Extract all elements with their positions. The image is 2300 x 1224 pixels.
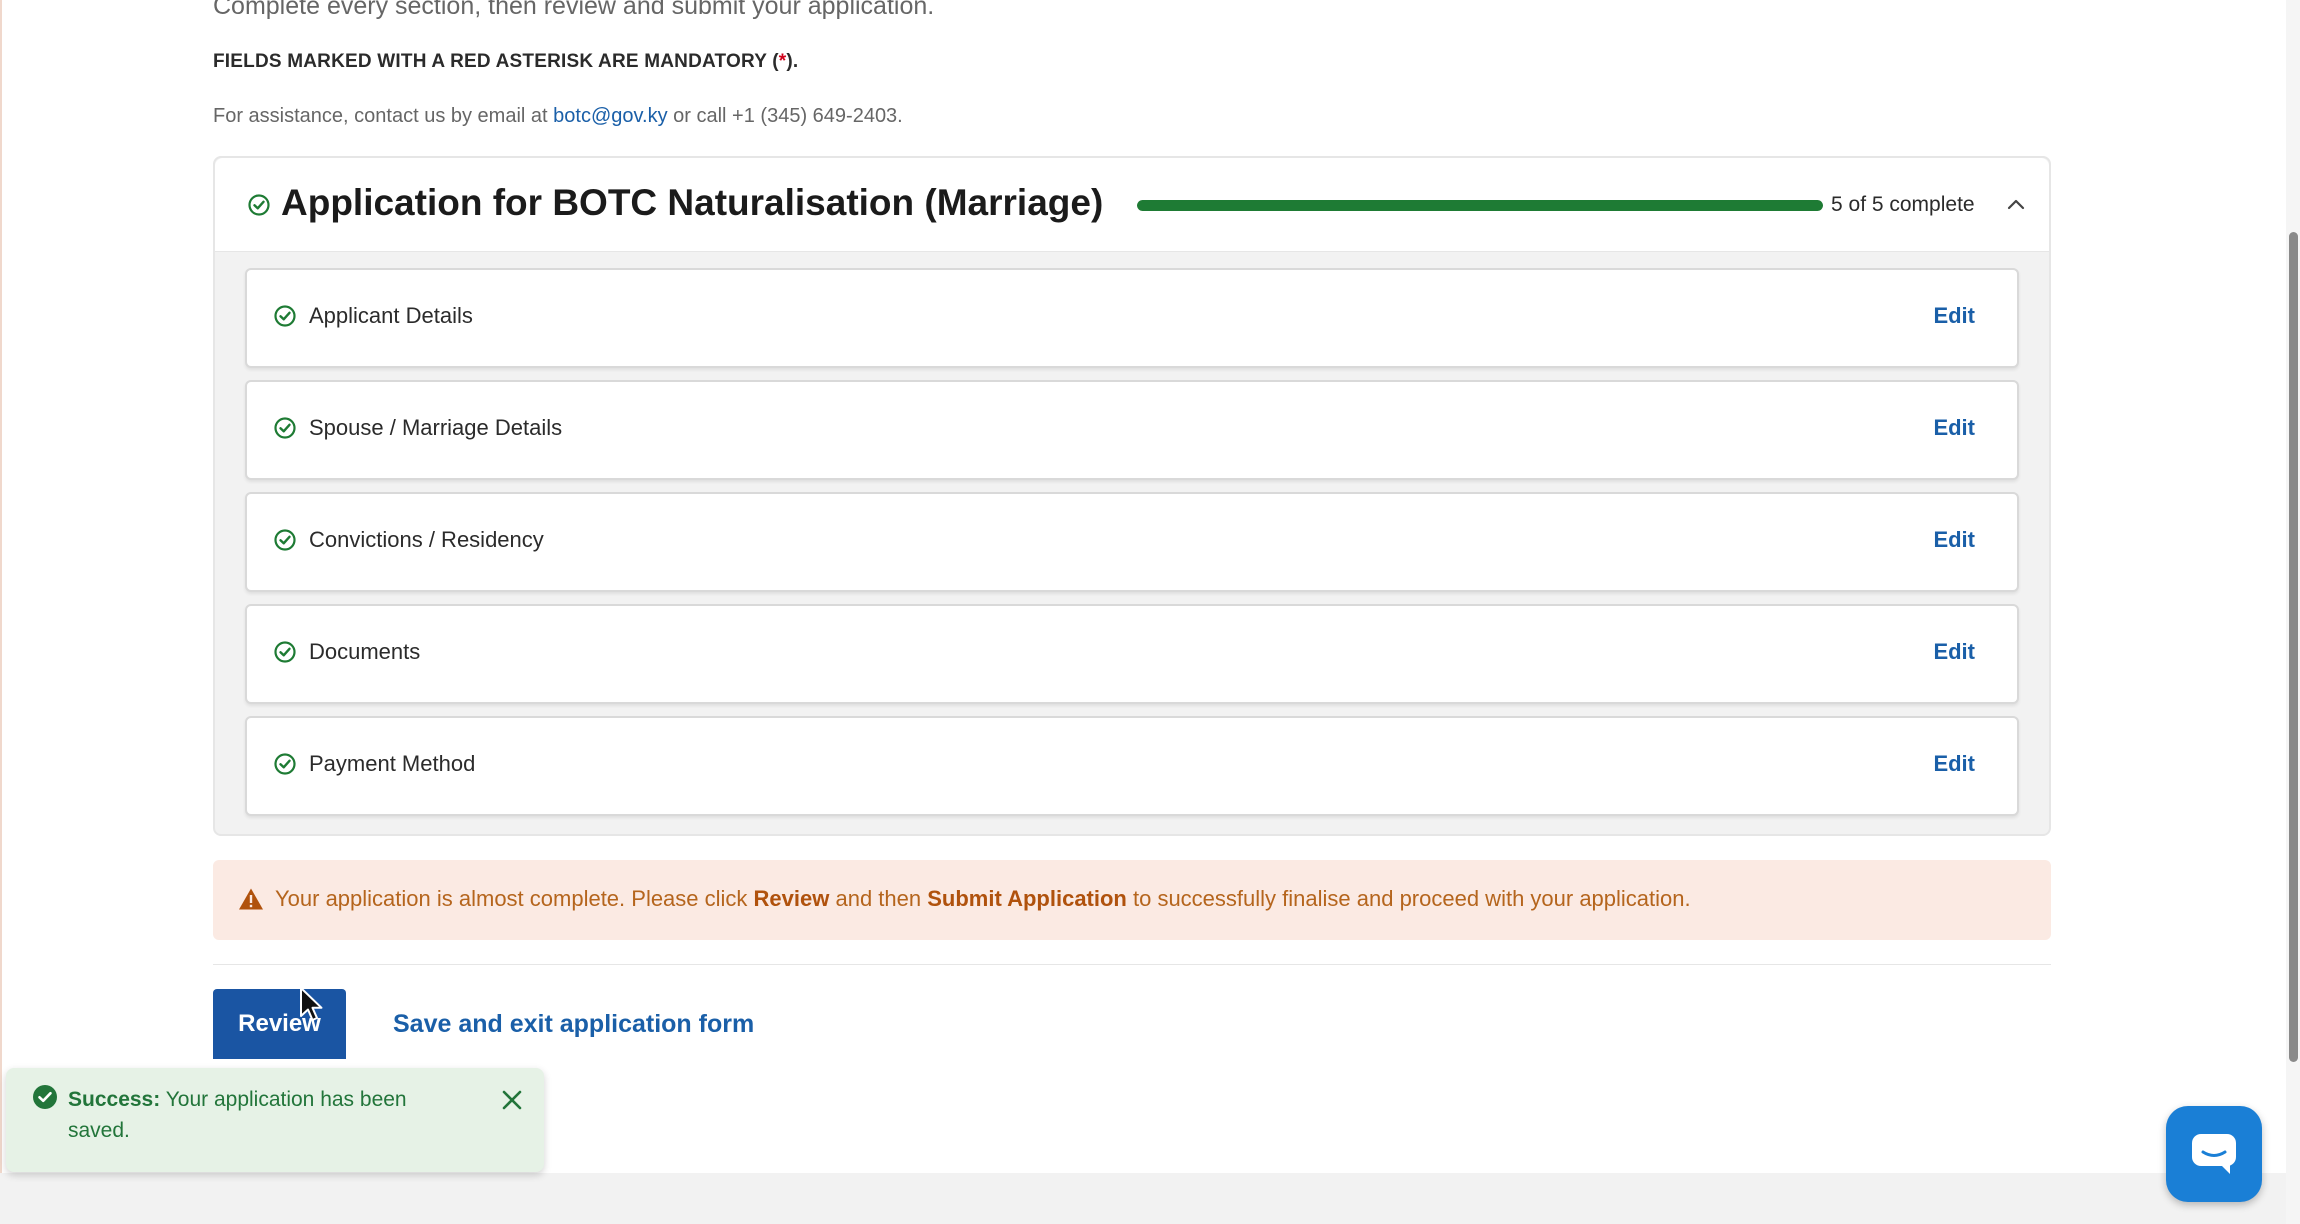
toast-title: Success: <box>68 1088 161 1111</box>
check-circle-icon <box>274 305 296 327</box>
warning-review-emphasis: Review <box>753 886 830 911</box>
assistance-text: For assistance, contact us by email at b… <box>213 105 903 128</box>
section-convictions-residency: Convictions / Residency Edit <box>245 492 2019 592</box>
chat-bubble-icon <box>2192 1134 2236 1174</box>
application-title: Application for BOTC Naturalisation (Mar… <box>281 182 1104 223</box>
assist-suffix: or call +1 (345) 649-2403. <box>667 105 903 127</box>
divider <box>213 964 2051 965</box>
review-button[interactable]: Review <box>213 989 346 1059</box>
scrollbar-thumb[interactable] <box>2289 232 2298 1062</box>
section-payment-method: Payment Method Edit <box>245 716 2019 816</box>
warning-text-part: to successfully finalise and proceed wit… <box>1126 886 1691 911</box>
warning-text-part: and then <box>829 886 928 911</box>
check-circle-icon <box>274 753 296 775</box>
check-circle-filled-icon <box>33 1085 57 1109</box>
check-circle-icon <box>274 417 296 439</box>
progress-text: 5 of 5 complete <box>1831 193 1975 216</box>
check-circle-icon <box>274 529 296 551</box>
chevron-up-icon[interactable] <box>2005 194 2027 216</box>
edit-payment-method-button[interactable]: Edit <box>1933 751 1975 777</box>
edit-spouse-marriage-button[interactable]: Edit <box>1933 415 1975 441</box>
assist-prefix: For assistance, contact us by email at <box>213 105 554 127</box>
warning-banner: Your application is almost complete. Ple… <box>213 860 2051 940</box>
save-and-exit-link[interactable]: Save and exit application form <box>393 1010 754 1039</box>
warning-text: Your application is almost complete. Ple… <box>275 886 1691 912</box>
progress-bar-fill <box>1137 200 1823 211</box>
section-label: Applicant Details <box>309 303 473 328</box>
warning-submit-emphasis: Submit Application <box>927 886 1127 911</box>
assist-email-link[interactable]: botc@gov.ky <box>553 105 667 127</box>
section-applicant-details: Applicant Details Edit <box>245 268 2019 368</box>
section-spouse-marriage-details: Spouse / Marriage Details Edit <box>245 380 2019 480</box>
mandatory-prefix: FIELDS MARKED WITH A RED ASTERISK ARE MA… <box>213 51 779 72</box>
warning-triangle-icon <box>239 888 263 910</box>
left-border <box>0 0 2 1224</box>
edit-convictions-residency-button[interactable]: Edit <box>1933 527 1975 553</box>
chat-button[interactable] <box>2166 1106 2262 1202</box>
mandatory-notice: FIELDS MARKED WITH A RED ASTERISK ARE MA… <box>213 51 798 73</box>
warning-text-part: Your application is almost complete. Ple… <box>275 886 754 911</box>
intro-instruction: Complete every section, then review and … <box>213 0 935 20</box>
check-circle-icon <box>248 194 270 216</box>
mandatory-suffix: ). <box>786 51 799 72</box>
footer-band <box>0 1173 2300 1224</box>
mouse-cursor-icon <box>300 987 323 1021</box>
toast-message: Success: Your application has been saved… <box>68 1084 448 1146</box>
success-toast: Success: Your application has been saved… <box>6 1068 544 1172</box>
section-label: Payment Method <box>309 751 476 776</box>
section-label: Documents <box>309 639 421 664</box>
application-header[interactable]: Application for BOTC Naturalisation (Mar… <box>215 158 2049 252</box>
check-circle-icon <box>274 641 296 663</box>
section-label: Convictions / Residency <box>309 527 544 552</box>
application-panel: Application for BOTC Naturalisation (Mar… <box>213 156 2051 836</box>
section-documents: Documents Edit <box>245 604 2019 704</box>
edit-documents-button[interactable]: Edit <box>1933 639 1975 665</box>
application-page: Complete every section, then review and … <box>0 0 2300 1224</box>
section-label: Spouse / Marriage Details <box>309 415 563 440</box>
edit-applicant-details-button[interactable]: Edit <box>1933 303 1975 329</box>
progress-bar <box>1137 200 1823 211</box>
close-icon[interactable] <box>499 1087 525 1113</box>
